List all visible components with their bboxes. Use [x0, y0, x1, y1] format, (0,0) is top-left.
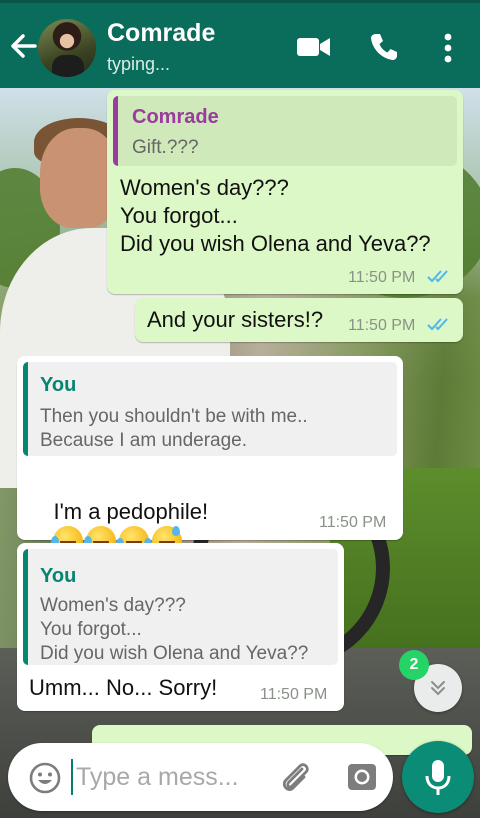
quote-text: Then you shouldn't be with me.. Because …	[40, 406, 308, 451]
quoted-message[interactable]: You Women's day??? You forgot... Did you…	[23, 549, 338, 665]
double-check-icon	[427, 318, 448, 331]
quote-author: You	[40, 565, 77, 587]
more-vert-icon[interactable]	[438, 30, 458, 66]
phone-icon[interactable]	[368, 31, 400, 63]
quoted-message[interactable]: Comrade Gift.???	[113, 96, 457, 166]
chevron-double-down-icon	[431, 681, 445, 696]
contact-name[interactable]: Comrade	[107, 19, 215, 48]
typing-status: typing...	[107, 54, 171, 74]
message-text-content: I'm a pedophile!	[53, 499, 209, 524]
message-time: 11:50 PM	[260, 686, 328, 703]
message-text: And your sisters!?	[147, 307, 324, 332]
quote-text: Women's day??? You forgot... Did you wis…	[40, 595, 309, 664]
contact-avatar[interactable]	[38, 19, 96, 77]
incoming-message[interactable]: You Then you shouldn't be with me.. Beca…	[17, 356, 403, 557]
camera-icon[interactable]	[346, 761, 378, 793]
quote-author: Comrade	[132, 106, 219, 128]
back-arrow-icon[interactable]	[8, 29, 38, 63]
message-time: 11:50 PM	[319, 514, 387, 531]
text-cursor	[71, 759, 73, 795]
message-time: 11:50 PM	[348, 269, 416, 286]
emoji-icon[interactable]	[28, 761, 62, 795]
quoted-message[interactable]: You Then you shouldn't be with me.. Beca…	[23, 362, 397, 456]
message-text: Umm... No... Sorry!	[29, 675, 218, 700]
attach-icon[interactable]	[278, 760, 312, 796]
message-input[interactable]	[76, 757, 256, 797]
voice-message-button[interactable]	[402, 741, 474, 813]
message-composer	[8, 743, 393, 811]
chat-header: Comrade typing...	[0, 0, 480, 88]
video-call-icon[interactable]	[296, 33, 332, 61]
message-time: 11:50 PM	[348, 317, 416, 334]
double-check-icon	[427, 270, 448, 283]
outgoing-message[interactable]: And your sisters!? 11:50 PM	[135, 298, 463, 342]
unread-count-badge: 2	[399, 650, 429, 680]
outgoing-message[interactable]: Comrade Gift.??? Women's day??? You forg…	[107, 90, 463, 294]
mic-icon	[425, 760, 451, 795]
message-text: Women's day??? You forgot... Did you wis…	[120, 175, 431, 256]
quote-author: You	[40, 374, 77, 396]
incoming-message[interactable]: You Women's day??? You forgot... Did you…	[17, 543, 344, 711]
quote-text: Gift.???	[132, 137, 199, 158]
